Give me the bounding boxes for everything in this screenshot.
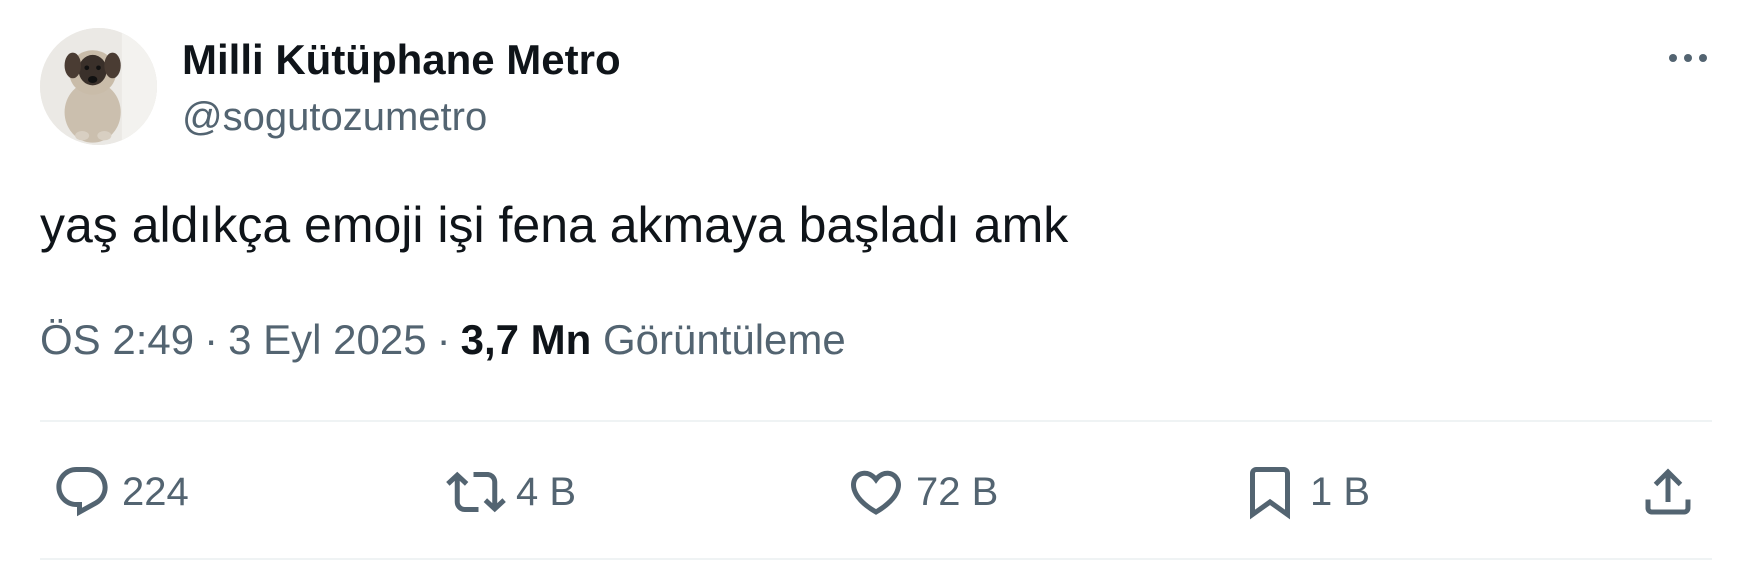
bookmark-count: 1 B (1310, 470, 1371, 514)
tweet-card: Milli Kütüphane Metro @sogutozumetro yaş… (0, 0, 1762, 568)
retweet-icon (446, 471, 506, 513)
retweet-button[interactable]: 4 B (446, 460, 576, 524)
like-count: 72 B (916, 470, 999, 514)
share-icon (1645, 468, 1691, 515)
reply-count: 224 (122, 470, 189, 514)
bookmark-icon (1250, 467, 1290, 520)
share-button[interactable] (1638, 460, 1698, 524)
bookmark-button[interactable]: 1 B (1240, 460, 1370, 524)
reply-button[interactable]: 224 (52, 460, 189, 524)
puppy-avatar-image (40, 28, 157, 145)
like-button[interactable]: 72 B (846, 460, 998, 524)
action-bar: 224 4 B 72 B 1 B (0, 460, 1762, 524)
more-options-button[interactable] (1652, 36, 1724, 80)
meta-separator: · (436, 316, 451, 363)
tweet-text: yaş aldıkça emoji işi fena akmaya başlad… (40, 197, 1069, 253)
author-display-name[interactable]: Milli Kütüphane Metro (182, 32, 621, 88)
more-icon (1669, 54, 1677, 62)
reply-icon (56, 467, 108, 517)
views-count: 3,7 Mn (460, 316, 592, 363)
views-label: Görüntüleme (602, 316, 846, 363)
divider (40, 558, 1712, 560)
tweet-date[interactable]: 3 Eyl 2025 (228, 316, 426, 363)
divider (40, 420, 1712, 422)
tweet-time[interactable]: ÖS 2:49 (40, 316, 194, 363)
heart-icon (850, 470, 902, 515)
more-icon-dot (1699, 54, 1707, 62)
author-handle[interactable]: @sogutozumetro (182, 91, 487, 143)
meta-separator: · (204, 316, 219, 363)
retweet-count: 4 B (516, 470, 577, 514)
avatar[interactable] (40, 28, 157, 145)
more-icon-dot (1684, 54, 1692, 62)
tweet-meta: ÖS 2:49 · 3 Eyl 2025 · 3,7 Mn Görüntüleme (40, 312, 846, 368)
